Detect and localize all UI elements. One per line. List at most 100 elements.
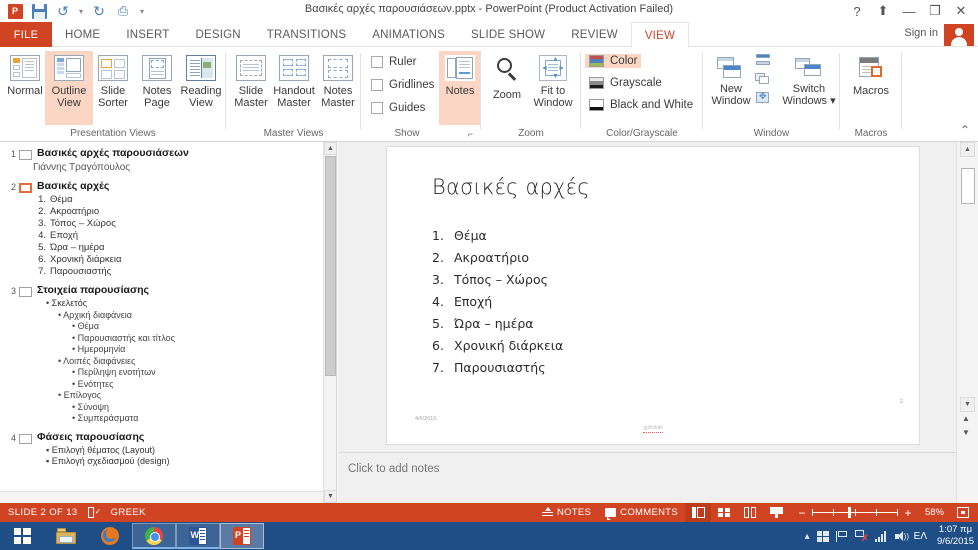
scroll-down-icon[interactable]: ▼ — [324, 490, 336, 503]
outline-horizontal-scrollbar[interactable] — [0, 491, 323, 503]
notes-pane[interactable]: Click to add notes — [338, 452, 956, 503]
tab-design[interactable]: DESIGN — [182, 22, 253, 47]
zoom-in-button[interactable]: + — [903, 506, 913, 520]
action-center-icon[interactable] — [816, 530, 829, 542]
flag-icon[interactable] — [835, 530, 848, 542]
slide-sorter-button[interactable]: Slide Sorter — [89, 51, 137, 125]
collapse-ribbon-icon[interactable]: ⌃ — [960, 123, 970, 137]
tab-view[interactable]: VIEW — [630, 22, 690, 48]
zoom-out-button[interactable]: − — [797, 506, 807, 520]
fit-to-window-button[interactable]: ◄ ► ▲ ▼ Fit to Window — [527, 51, 579, 125]
scroll-up-icon[interactable]: ▲ — [324, 142, 336, 155]
gridlines-checkbox[interactable]: Gridlines — [371, 79, 434, 91]
guides-checkbox[interactable]: Guides — [371, 102, 425, 114]
help-icon[interactable]: ? — [844, 2, 870, 20]
taskbar-word[interactable]: W — [176, 523, 220, 549]
tab-insert[interactable]: INSERT — [113, 22, 182, 47]
grayscale-option[interactable]: Grayscale — [585, 76, 666, 90]
ruler-checkbox-box[interactable] — [371, 56, 383, 68]
zoom-slider-thumb[interactable] — [848, 507, 851, 518]
outline-slide-icon[interactable] — [19, 433, 32, 444]
tab-transitions[interactable]: TRANSITIONS — [254, 22, 360, 47]
avatar[interactable] — [944, 24, 974, 46]
notes-button[interactable]: Notes — [439, 51, 481, 125]
slide-scroll-down-icon[interactable]: ▼ — [960, 397, 975, 412]
outline-view-button[interactable]: Outline View — [45, 51, 93, 125]
reading-view-status-button[interactable] — [737, 503, 763, 522]
macros-button[interactable]: Macros — [845, 51, 897, 125]
slide-number-placeholder[interactable]: 2 — [900, 399, 903, 405]
slide-scroll-up-icon[interactable]: ▲ — [960, 142, 975, 157]
gridlines-checkbox-box[interactable] — [371, 79, 383, 91]
slide-scroll-thumb[interactable] — [961, 168, 975, 204]
handout-master-button[interactable]: Handout Master — [270, 51, 318, 125]
zoom-percentage[interactable]: 58% — [918, 507, 944, 518]
signal-icon[interactable] — [874, 530, 888, 542]
taskbar-powerpoint[interactable]: P — [220, 523, 264, 549]
switch-windows-button[interactable]: Switch Windows ▾ — [779, 51, 839, 125]
tab-home[interactable]: HOME — [52, 22, 113, 47]
tab-file[interactable]: FILE — [0, 22, 52, 47]
slide-sorter-status-button[interactable] — [711, 503, 737, 522]
restore-icon[interactable]: ❐ — [922, 2, 948, 20]
zoom-control[interactable]: − + 58% — [789, 506, 952, 520]
sign-in-link[interactable]: Sign in — [904, 27, 938, 39]
normal-view-status-button[interactable] — [685, 503, 711, 522]
clock[interactable]: 1:07 πμ 9/6/2015 — [934, 524, 974, 548]
move-split-icon[interactable] — [755, 91, 771, 105]
outline-slide-row[interactable]: 2 Βασικές αρχές — [0, 179, 323, 194]
notes-toggle-button[interactable]: NOTES — [535, 503, 598, 522]
notes-placeholder[interactable]: Click to add notes — [348, 463, 439, 475]
outline-slide-row[interactable]: 1 Βασικές αρχές παρουσιάσεων — [0, 146, 323, 161]
slide-counter[interactable]: SLIDE 2 OF 13 — [8, 507, 78, 518]
comments-toggle-button[interactable]: COMMENTS — [598, 503, 685, 522]
zoom-button[interactable]: Zoom — [483, 51, 531, 125]
taskbar-chrome[interactable] — [132, 523, 176, 549]
outline-slide-icon[interactable] — [19, 287, 32, 297]
slide-footer-placeholder[interactable]: gjdhlkjkl — [387, 425, 919, 433]
start-button[interactable] — [0, 522, 44, 550]
language-indicator-tray[interactable]: ΕΛ — [914, 531, 927, 542]
language-indicator[interactable]: GREEK — [111, 507, 146, 518]
slide-date-placeholder[interactable]: 4/6/2015 — [415, 416, 436, 422]
outline-slide-row[interactable]: 3 Στοιχεία παρουσίασης — [0, 283, 323, 298]
slide-body-list[interactable]: 1. Θέμα 2. Ακροατήριο 3. Τόπος – Χώρος 4. Επ… — [432, 225, 563, 379]
tab-review[interactable]: REVIEW — [558, 22, 631, 47]
spelling-icon[interactable]: ✓ — [87, 507, 101, 518]
normal-view-button[interactable]: Normal — [1, 51, 49, 125]
slide-vertical-scrollbar[interactable]: ▲ ▼ ▲ ▼ — [956, 142, 978, 503]
tab-slide-show[interactable]: SLIDE SHOW — [458, 22, 558, 47]
tab-animations[interactable]: ANIMATIONS — [359, 22, 458, 47]
color-option[interactable]: Color — [585, 54, 642, 68]
outline-slide-icon[interactable] — [19, 150, 32, 160]
previous-slide-icon[interactable]: ▲ — [962, 414, 970, 423]
minimize-icon[interactable]: — — [896, 2, 922, 20]
notes-master-button[interactable]: Notes Master — [314, 51, 362, 125]
black-and-white-option[interactable]: Black and White — [585, 98, 697, 112]
outline-slide-icon-active[interactable] — [19, 183, 32, 193]
cascade-icon[interactable] — [755, 72, 771, 86]
taskbar-file-explorer[interactable] — [44, 523, 88, 549]
next-slide-icon[interactable]: ▼ — [962, 428, 970, 437]
slide-master-button[interactable]: Slide Master — [227, 51, 275, 125]
outline-content[interactable]: 1 Βασικές αρχές παρουσιάσεων Γιάννης Τρα… — [0, 142, 323, 491]
zoom-slider[interactable] — [812, 507, 898, 518]
outline-scroll-thumb[interactable] — [325, 156, 336, 376]
slide-canvas[interactable]: Βασικές αρχές 1. Θέμα 2. Ακροατήριο 3. Τόπο… — [386, 146, 920, 445]
new-window-button[interactable]: New Window — [707, 51, 755, 125]
slide-title[interactable]: Βασικές αρχές — [432, 175, 590, 199]
slide-show-status-button[interactable] — [763, 503, 789, 522]
outline-slide-row[interactable]: 4 Φάσεις παρουσίασης — [0, 430, 323, 445]
fit-slide-to-window-button[interactable] — [952, 503, 974, 522]
notes-page-button[interactable]: Notes Page — [133, 51, 181, 125]
show-hidden-icons-icon[interactable]: ▴ — [805, 531, 810, 542]
reading-view-button[interactable]: Reading View — [175, 51, 227, 125]
taskbar-firefox[interactable] — [88, 523, 132, 549]
outline-vertical-scrollbar[interactable]: ▲ ▼ — [323, 142, 336, 503]
network-icon[interactable]: ✗ — [854, 530, 869, 543]
guides-checkbox-box[interactable] — [371, 102, 383, 114]
volume-icon[interactable]: )) — [894, 530, 909, 542]
outline-pane[interactable]: 1 Βασικές αρχές παρουσιάσεων Γιάννης Τρα… — [0, 142, 337, 503]
arrange-all-icon[interactable] — [755, 53, 771, 67]
ribbon-display-options-icon[interactable]: ⬆ — [870, 2, 896, 20]
